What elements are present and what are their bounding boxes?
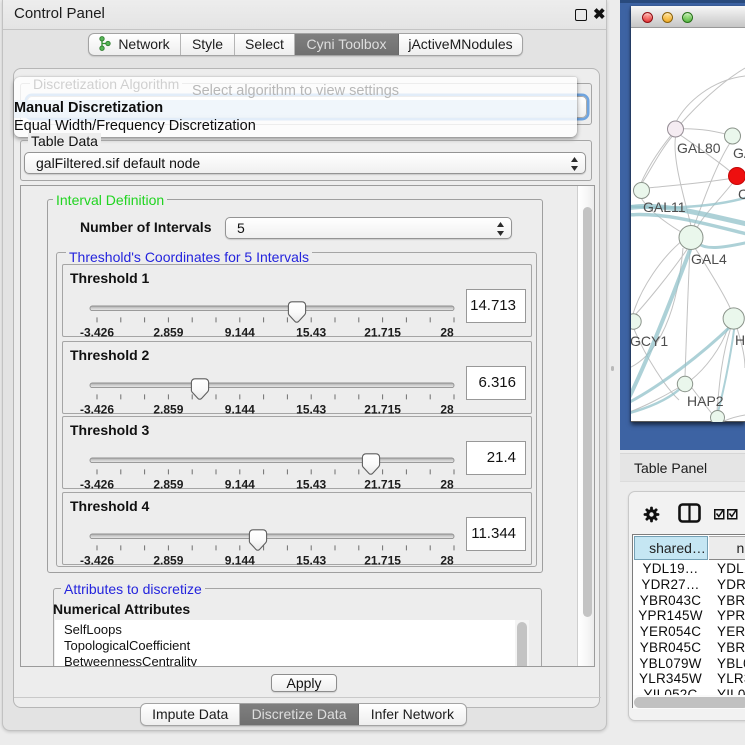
svg-text:GCY1: GCY1 [631, 333, 668, 349]
svg-text:HAP2: HAP2 [687, 393, 724, 409]
svg-text:2.859: 2.859 [153, 553, 183, 566]
svg-text:21.715: 21.715 [364, 553, 401, 566]
svg-text:2.859: 2.859 [153, 326, 183, 339]
svg-text:-3.426: -3.426 [80, 478, 114, 491]
svg-text:28: 28 [440, 478, 454, 491]
svg-text:21.715: 21.715 [364, 478, 401, 491]
svg-text:28: 28 [440, 553, 454, 566]
svg-text:GAL80: GAL80 [677, 140, 721, 156]
svg-text:-3.426: -3.426 [80, 326, 114, 339]
svg-text:9.144: 9.144 [225, 402, 255, 415]
svg-text:9.144: 9.144 [225, 553, 255, 566]
svg-text:15.43: 15.43 [296, 478, 326, 491]
svg-text:2.859: 2.859 [153, 478, 183, 491]
svg-text:-3.426: -3.426 [80, 402, 114, 415]
svg-text:28: 28 [440, 326, 454, 339]
svg-text:GAL4: GAL4 [691, 251, 727, 267]
svg-text:21.715: 21.715 [364, 326, 401, 339]
svg-text:H: H [735, 332, 745, 348]
svg-text:15.43: 15.43 [296, 402, 326, 415]
svg-text:C: C [738, 186, 745, 202]
svg-text:15.43: 15.43 [296, 553, 326, 566]
svg-text:-3.426: -3.426 [80, 553, 114, 566]
svg-text:9.144: 9.144 [225, 326, 255, 339]
svg-text:21.715: 21.715 [364, 402, 401, 415]
svg-text:2.859: 2.859 [153, 402, 183, 415]
svg-text:GAL11: GAL11 [643, 199, 686, 215]
svg-text:15.43: 15.43 [296, 326, 326, 339]
svg-text:9.144: 9.144 [225, 478, 255, 491]
svg-text:GA: GA [733, 145, 745, 161]
svg-text:28: 28 [440, 402, 454, 415]
